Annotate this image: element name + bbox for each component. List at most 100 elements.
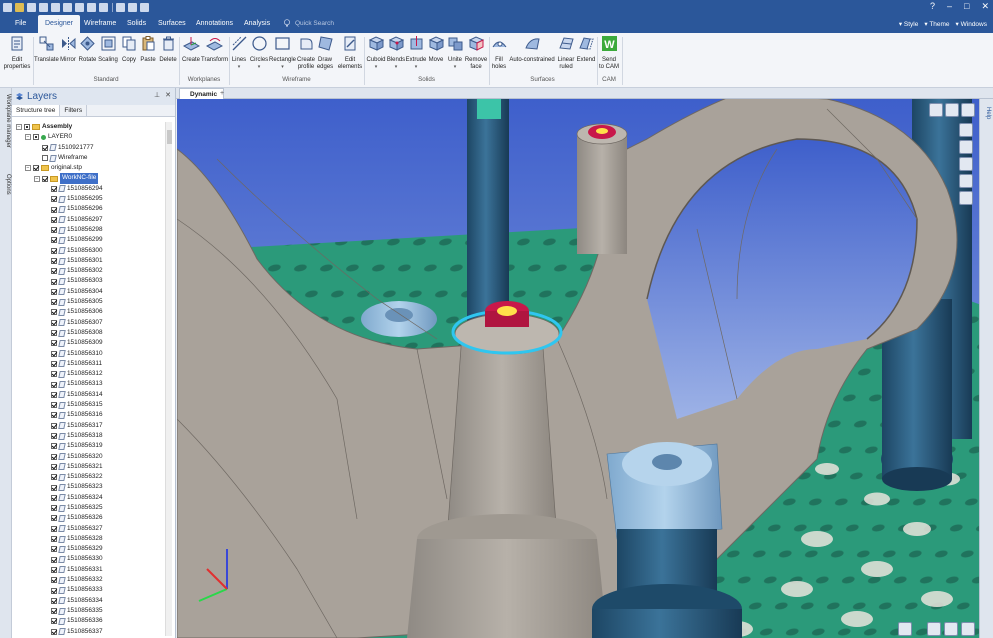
tree-checkbox[interactable] xyxy=(51,412,57,419)
scaling-button[interactable]: Scaling xyxy=(97,35,119,64)
create-workplane-button[interactable]: Create xyxy=(180,35,202,64)
grid-view-icon[interactable] xyxy=(898,622,912,636)
paste-button[interactable]: Paste xyxy=(139,35,157,64)
tree-checkbox[interactable] xyxy=(42,175,48,182)
scrollbar-thumb[interactable] xyxy=(167,130,172,144)
tree-checkbox[interactable] xyxy=(51,340,57,347)
workplane-manager-tab[interactable]: Workplane manager xyxy=(5,94,11,148)
tree-checkbox[interactable] xyxy=(42,144,48,151)
tree-checkbox[interactable] xyxy=(51,618,57,625)
edit-properties-button[interactable]: Edit properties xyxy=(2,35,32,71)
tree-checkbox[interactable] xyxy=(51,577,57,584)
auto-constrained-button[interactable]: Auto-constrained xyxy=(508,35,556,64)
options-tab[interactable]: Options xyxy=(5,174,11,195)
tree-checkbox[interactable] xyxy=(51,258,57,264)
tree-row[interactable]: 1510856332 xyxy=(12,575,165,585)
tree-row[interactable]: 1510856311 xyxy=(12,359,165,369)
tree-checkbox[interactable] xyxy=(51,433,57,440)
tree-checkbox[interactable] xyxy=(51,247,57,254)
windows-menu[interactable]: ▾ Windows xyxy=(956,20,987,28)
layout-icon[interactable] xyxy=(63,3,72,12)
style-menu[interactable]: ▾ Style xyxy=(899,20,919,28)
tree-row[interactable]: − original.stp xyxy=(12,163,165,173)
3d-viewport[interactable]: Help xyxy=(177,99,993,638)
print-icon[interactable] xyxy=(51,3,60,12)
tab-dynamic[interactable]: Dynamic xyxy=(179,88,225,99)
tree-checkbox[interactable] xyxy=(51,391,57,398)
draw-edges-button[interactable]: Draw edges xyxy=(316,35,334,71)
tree-checkbox[interactable] xyxy=(51,443,57,450)
tree-checkbox[interactable] xyxy=(51,494,57,501)
tree-row[interactable]: 1510856300 xyxy=(12,246,165,256)
tree-checkbox[interactable] xyxy=(51,505,57,512)
zoom-fit-icon[interactable] xyxy=(945,103,959,117)
cuboid-dropdown-icon[interactable]: ▾ xyxy=(365,64,387,71)
maximize-button[interactable]: □ xyxy=(964,1,969,12)
send-to-cam-button[interactable]: W Send to CAM xyxy=(597,35,621,71)
edit-elements-button[interactable]: Edit elements xyxy=(336,35,364,71)
pan-icon[interactable] xyxy=(944,622,958,636)
tree-row[interactable]: 1510856327 xyxy=(12,524,165,534)
tree-row[interactable]: 1510856299 xyxy=(12,235,165,245)
tree-row[interactable]: 1510856297 xyxy=(12,215,165,225)
tree-row[interactable]: Wireframe xyxy=(12,153,165,163)
tab-analysis[interactable]: Analysis xyxy=(237,15,277,33)
tree-row[interactable]: 1510856294 xyxy=(12,184,165,194)
tree-checkbox[interactable] xyxy=(51,299,57,306)
tree-row[interactable]: 1510856319 xyxy=(12,441,165,451)
unite-dropdown-icon[interactable]: ▾ xyxy=(445,64,465,71)
tree-checkbox[interactable] xyxy=(51,278,57,285)
circles-button[interactable]: Circles ▾ xyxy=(248,35,270,71)
tree-row[interactable]: 1510856325 xyxy=(12,503,165,513)
tree-checkbox[interactable] xyxy=(51,525,57,532)
tab-designer[interactable]: Designer xyxy=(38,15,81,33)
tree-checkbox[interactable] xyxy=(51,484,57,491)
tree-checkbox[interactable] xyxy=(51,371,57,378)
quick-search[interactable]: Quick Search xyxy=(283,19,334,27)
tree-checkbox[interactable] xyxy=(33,165,39,172)
tree-checkbox[interactable] xyxy=(51,227,57,234)
tree-row[interactable]: 1510856307 xyxy=(12,318,165,328)
tree-row[interactable]: 1510856328 xyxy=(12,534,165,544)
tree-row[interactable]: 1510856315 xyxy=(12,400,165,410)
tree-checkbox[interactable] xyxy=(51,608,57,615)
tree-checkbox[interactable] xyxy=(51,319,57,326)
mirror-button[interactable]: Mirror xyxy=(58,35,78,64)
copy-button[interactable]: Copy xyxy=(121,35,137,64)
tree-checkbox[interactable] xyxy=(51,237,57,244)
paste-quick-icon[interactable] xyxy=(99,3,108,12)
extend-button[interactable]: Extend xyxy=(576,35,596,64)
copy-quick-icon[interactable] xyxy=(87,3,96,12)
tree-checkbox[interactable] xyxy=(51,422,57,429)
tree-row[interactable]: 1510856330 xyxy=(12,554,165,564)
zoom-icon[interactable] xyxy=(927,622,941,636)
display-mode-icon[interactable] xyxy=(959,140,973,154)
tree-checkbox[interactable] xyxy=(51,536,57,543)
tab-filters[interactable]: Filters xyxy=(60,105,88,116)
tree-row[interactable]: 1510856302 xyxy=(12,266,165,276)
tree-row[interactable]: 1510921777 xyxy=(12,143,165,153)
tree-row[interactable]: 1510856329 xyxy=(12,544,165,554)
help-tab[interactable]: Help xyxy=(985,107,991,119)
tree-row[interactable]: 1510856335 xyxy=(12,606,165,616)
tree-checkbox[interactable] xyxy=(51,566,57,573)
tree-row[interactable]: 1510856295 xyxy=(12,194,165,204)
translate-button[interactable]: Translate xyxy=(34,35,59,64)
tree-row[interactable]: 1510856320 xyxy=(12,452,165,462)
tree-row[interactable]: 1510856326 xyxy=(12,513,165,523)
tree-row[interactable]: 1510856313 xyxy=(12,379,165,389)
tree-checkbox[interactable] xyxy=(51,587,57,594)
close-panel-icon[interactable]: ✕ xyxy=(165,91,171,99)
tree-row[interactable]: 1510856306 xyxy=(12,307,165,317)
tab-structure-tree[interactable]: Structure tree xyxy=(12,105,61,116)
close-button[interactable]: ✕ xyxy=(981,1,989,12)
tree-row[interactable]: − Assembly xyxy=(12,122,165,132)
extrude-button[interactable]: Extrude ▾ xyxy=(405,35,427,71)
tree-row[interactable]: 1510856305 xyxy=(12,297,165,307)
tree-checkbox[interactable] xyxy=(51,546,57,553)
tree-row[interactable]: 1510856336 xyxy=(12,616,165,626)
tree-checkbox[interactable] xyxy=(51,196,57,203)
tree-expander-icon[interactable]: − xyxy=(25,134,31,141)
extrude-dropdown-icon[interactable]: ▾ xyxy=(405,64,427,71)
tree-row[interactable]: 1510856316 xyxy=(12,410,165,420)
